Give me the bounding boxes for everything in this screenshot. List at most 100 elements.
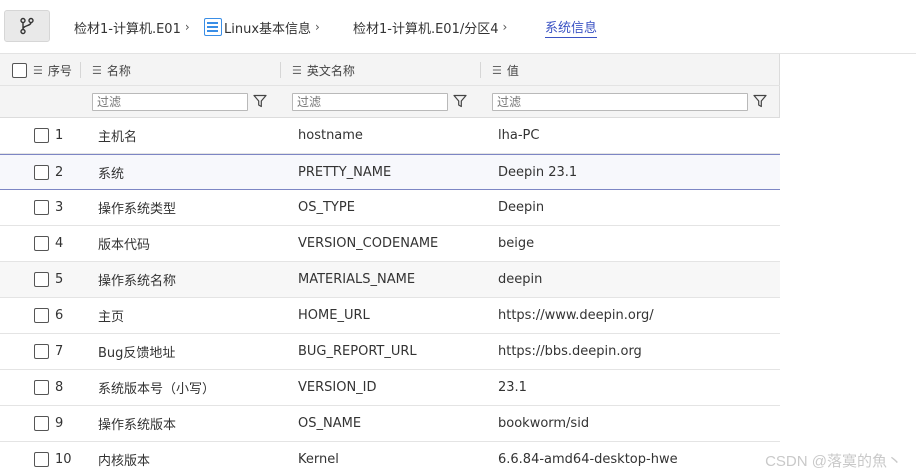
row-checkbox[interactable] (34, 380, 49, 395)
en-name-cell: OS_NAME (298, 416, 362, 431)
row-index: 8 (55, 380, 64, 395)
table-row[interactable]: 3 操作系统类型 OS_TYPE Deepin (0, 190, 780, 226)
en-name-cell: HOME_URL (298, 308, 370, 323)
chevron-right-icon: › (502, 20, 508, 34)
en-name-cell: OS_TYPE (298, 200, 355, 215)
row-index: 7 (55, 344, 64, 359)
row-index: 2 (55, 164, 64, 180)
row-checkbox[interactable] (34, 452, 49, 467)
column-header-en-name[interactable]: ☰ 英文名称 (292, 54, 355, 86)
en-name-cell: PRETTY_NAME (298, 164, 392, 180)
row-index: 3 (55, 200, 64, 215)
breadcrumb-label: 系统信息 (545, 17, 598, 38)
value-cell: https://bbs.deepin.org (498, 344, 642, 359)
row-checkbox[interactable] (34, 272, 49, 287)
row-index-cell: 6 (34, 298, 63, 333)
name-cell: 版本代码 (98, 238, 151, 253)
breadcrumb-label: 检材1-计算机.E01 (74, 21, 181, 37)
name-cell: 操作系统名称 (98, 274, 177, 289)
funnel-icon[interactable] (753, 94, 767, 108)
row-index-cell: 1 (34, 118, 63, 153)
column-header-value[interactable]: ☰ 值 (492, 54, 519, 86)
filter-row: 过滤 过滤 过滤 (0, 86, 780, 118)
value-cell: bookworm/sid (498, 416, 590, 431)
table-header: ☰ 序号 ☰ 名称 ☰ 英文名称 ☰ 值 过滤 过滤 过滤 (0, 54, 780, 118)
column-label: 序号 (47, 63, 72, 78)
row-index: 10 (55, 452, 72, 467)
column-divider[interactable] (80, 62, 81, 78)
table-row[interactable]: 6 主页 HOME_URL https://www.deepin.org/ (0, 298, 780, 334)
column-header-index[interactable]: ☰ 序号 (12, 54, 72, 86)
breadcrumb-label: 检材1-计算机.E01/分区4 (353, 21, 499, 37)
value-cell: 23.1 (498, 380, 527, 395)
name-cell: 操作系统版本 (98, 418, 177, 433)
breadcrumb: 检材1-计算机.E01 › Linux基本信息 › 检材1-计算机.E01/分区… (74, 0, 598, 54)
en-name-filter-input[interactable]: 过滤 (292, 93, 448, 111)
column-divider[interactable] (280, 62, 281, 78)
row-index-cell: 5 (34, 262, 63, 297)
row-index-cell: 9 (34, 406, 63, 441)
row-checkbox[interactable] (34, 200, 49, 215)
column-label: 值 (506, 63, 519, 78)
value-cell: deepin (498, 272, 543, 287)
value-cell: lha-PC (498, 128, 540, 143)
breadcrumb-item-partition[interactable]: 检材1-计算机.E01/分区4 › (353, 18, 545, 37)
en-name-cell: BUG_REPORT_URL (298, 344, 417, 359)
table-row[interactable]: 7 Bug反馈地址 BUG_REPORT_URL https://bbs.dee… (0, 334, 780, 370)
chevron-right-icon: › (184, 20, 190, 34)
column-label: 英文名称 (306, 63, 355, 78)
breadcrumb-item-linux-info[interactable]: Linux基本信息 › (204, 18, 353, 37)
value-cell: 6.6.84-amd64-desktop-hwe (498, 452, 678, 467)
column-menu-icon[interactable]: ☰ (33, 64, 43, 77)
column-header-name[interactable]: ☰ 名称 (92, 54, 131, 86)
row-checkbox[interactable] (34, 236, 49, 251)
column-divider[interactable] (480, 62, 481, 78)
value-filter-input[interactable]: 过滤 (492, 93, 748, 111)
table-row[interactable]: 4 版本代码 VERSION_CODENAME beige (0, 226, 780, 262)
list-icon (204, 18, 222, 36)
en-name-cell: VERSION_CODENAME (298, 236, 439, 251)
table-row[interactable]: 10 内核版本 Kernel 6.6.84-amd64-desktop-hwe (0, 442, 780, 476)
name-filter-input[interactable]: 过滤 (92, 93, 248, 111)
row-index-cell: 8 (34, 370, 63, 405)
column-menu-icon[interactable]: ☰ (92, 64, 102, 77)
row-index-cell: 2 (34, 155, 63, 189)
column-menu-icon[interactable]: ☰ (292, 64, 302, 77)
column-menu-icon[interactable]: ☰ (492, 64, 502, 77)
git-branch-icon (20, 17, 34, 35)
breadcrumb-label: Linux基本信息 (224, 21, 312, 37)
breadcrumb-item-evidence[interactable]: 检材1-计算机.E01 › (74, 18, 204, 37)
table-row[interactable]: 1 主机名 hostname lha-PC (0, 118, 780, 154)
name-cell: 系统版本号（小写） (98, 382, 216, 397)
name-cell: 内核版本 (98, 454, 151, 469)
table-row[interactable]: 9 操作系统版本 OS_NAME bookworm/sid (0, 406, 780, 442)
row-index-cell: 4 (34, 226, 63, 261)
row-index-cell: 7 (34, 334, 63, 369)
chevron-right-icon: › (315, 20, 320, 34)
funnel-icon[interactable] (253, 94, 267, 108)
row-checkbox[interactable] (34, 164, 49, 180)
row-checkbox[interactable] (34, 128, 49, 143)
table-row[interactable]: 5 操作系统名称 MATERIALS_NAME deepin (0, 262, 780, 298)
name-cell: 系统 (98, 166, 125, 182)
en-name-cell: MATERIALS_NAME (298, 272, 416, 287)
row-checkbox[interactable] (34, 344, 49, 359)
en-name-cell: Kernel (298, 452, 339, 467)
branch-button[interactable] (4, 10, 50, 42)
row-index-cell: 10 (34, 442, 72, 476)
funnel-icon[interactable] (453, 94, 467, 108)
value-cell: Deepin 23.1 (498, 164, 578, 180)
select-all-checkbox[interactable] (12, 62, 27, 78)
name-cell: 主页 (98, 310, 125, 325)
row-index-cell: 3 (34, 190, 63, 225)
breadcrumb-item-system-info[interactable]: 系统信息 (545, 17, 598, 38)
table-row[interactable]: 8 系统版本号（小写） VERSION_ID 23.1 (0, 370, 780, 406)
row-index: 1 (55, 128, 64, 143)
value-cell: Deepin (498, 200, 545, 215)
row-checkbox[interactable] (34, 416, 49, 431)
table-row[interactable]: 2 系统 PRETTY_NAME Deepin 23.1 (0, 154, 780, 190)
row-checkbox[interactable] (34, 308, 49, 323)
table-body: 1 主机名 hostname lha-PC 2 系统 PRETTY_NAME D… (0, 118, 780, 476)
header-row: ☰ 序号 ☰ 名称 ☰ 英文名称 ☰ 值 (0, 54, 780, 86)
en-name-cell: hostname (298, 128, 363, 143)
